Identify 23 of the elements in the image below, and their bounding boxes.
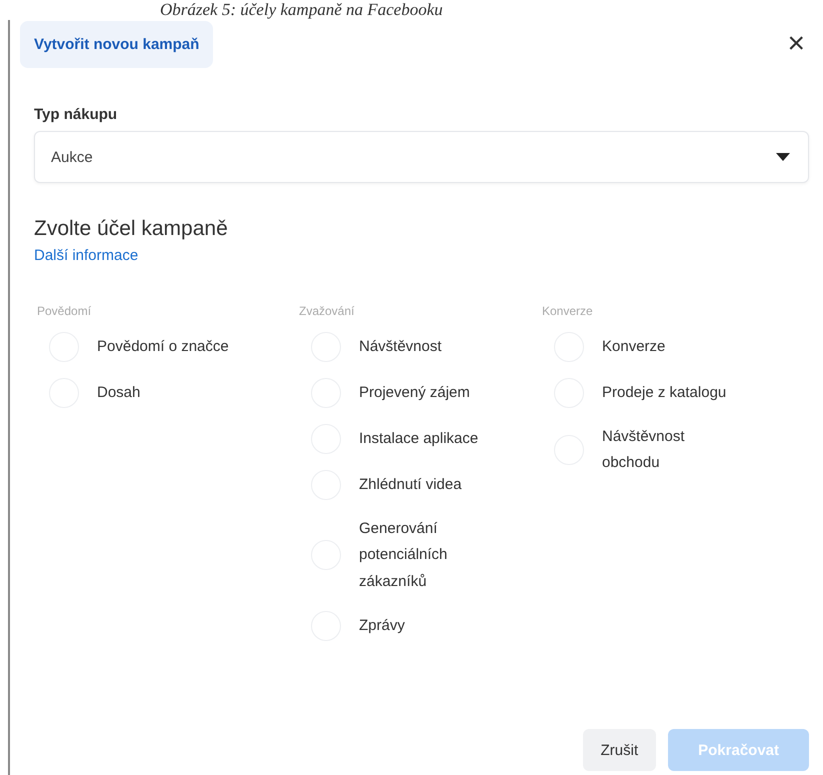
option-label: Návštěvnost — [359, 336, 442, 357]
option-label: Instalace aplikace — [359, 428, 478, 449]
column-heading: Konverze — [542, 304, 594, 318]
option-label: Návštěvnost obchodu — [602, 427, 686, 474]
more-info-link[interactable]: Další informace — [34, 247, 138, 264]
option-label: Prodeje z katalogu — [602, 382, 726, 403]
section-heading: Zvolte účel kampaně — [34, 217, 229, 241]
option-label: Dosah — [97, 382, 140, 403]
option-label: Konverze — [602, 336, 666, 357]
option-label: Zhlédnutí videa — [359, 474, 462, 495]
option-label: Generování potenciálních zákazníků — [359, 519, 448, 592]
column-heading: Zvažování — [299, 304, 356, 318]
purchase-type-select[interactable]: Aukce — [34, 131, 809, 183]
column-heading: Povědomí — [37, 304, 92, 318]
option-label: Zprávy — [359, 616, 405, 636]
cancel-button[interactable]: Zrušit — [582, 729, 656, 771]
caret-icon — [776, 153, 790, 161]
option-label: Projevený zájem — [359, 382, 470, 403]
close-button[interactable]: × — [783, 29, 809, 59]
figure-caption: Obrázek 5: účely kampaně na Facebooku — [159, 0, 444, 20]
dialog-title: Vytvořit novou kampaň — [20, 20, 214, 68]
option-label: Povědomí o značce — [97, 336, 229, 357]
field-label: Typ nákupu — [34, 106, 118, 123]
